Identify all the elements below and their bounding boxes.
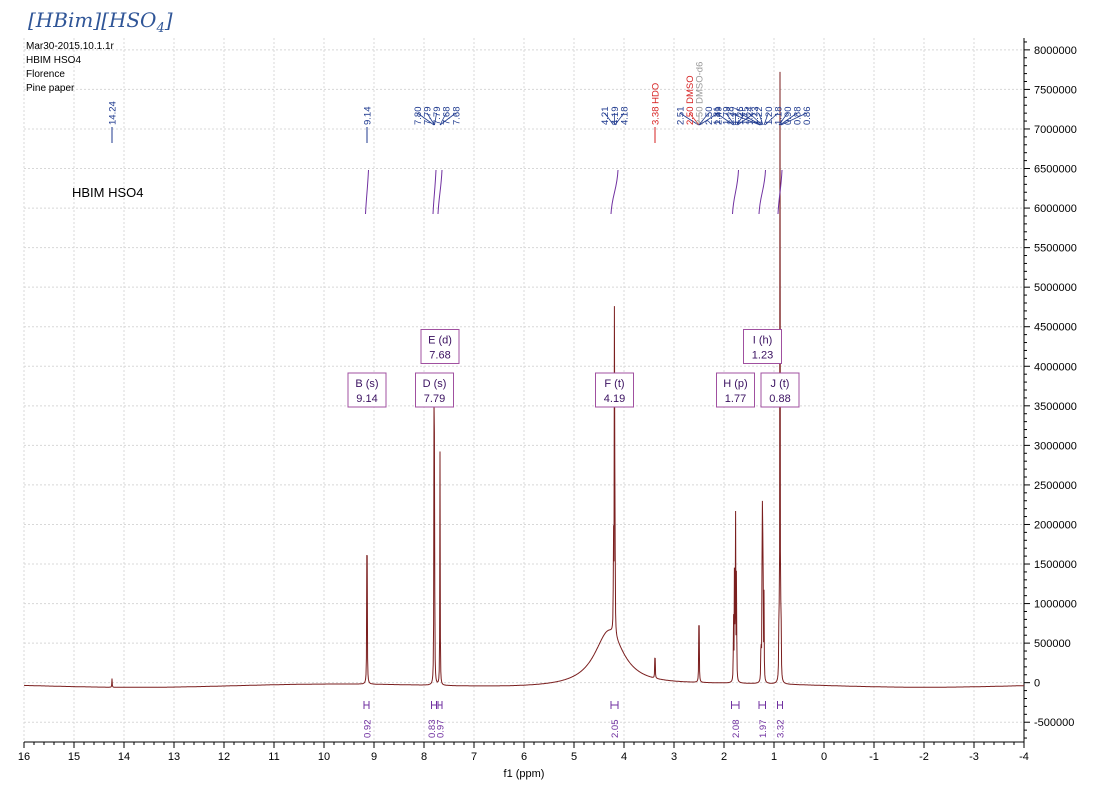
multiplet-label: D (s) [423,378,447,390]
multiplet-value: 9.14 [356,393,377,405]
nmr-spectrum-chart: 16 15 14 13 12 11 10 9 8 7 6 5 4 3 2 1 0 -1 -2 -3 -4f1 (ppm)… [18,38,1077,780]
multiplet-value: 0.88 [769,393,790,405]
x-tick-label: 14 [118,751,130,763]
y-tick-label: 500000 [1034,638,1071,650]
header-line-solvent: Pine paper [26,83,75,94]
inset-label: HBIM HSO4 [72,185,144,200]
y-tick-label: 6000000 [1034,203,1077,215]
multiplet-value: 4.19 [604,393,625,405]
multiplet-label: I (h) [753,334,773,346]
multiplet-label: J (t) [771,378,790,390]
x-tick-label: 5 [571,751,577,763]
x-tick-label: -4 [1019,751,1029,763]
multiplet-value: 1.77 [725,393,746,405]
x-tick-label: 6 [521,751,527,763]
multiplet-value: 7.79 [424,393,445,405]
multiplet-label: F (t) [604,378,624,390]
header-line-operator: Florence [26,69,65,80]
y-tick-label: -500000 [1034,717,1074,729]
multiplet-label: H (p) [723,378,747,390]
x-tick-label: 2 [721,751,727,763]
integral-curve [732,169,739,215]
x-tick-label: 3 [671,751,677,763]
x-tick-label: 4 [621,751,627,763]
integral-curve [432,169,437,215]
x-tick-label: 10 [318,751,330,763]
peak-label: 9.14 [363,107,374,126]
x-tick-label: -3 [969,751,979,763]
y-tick-label: 2500000 [1034,480,1077,492]
y-tick-label: 4500000 [1034,322,1077,334]
integral-curve [365,169,369,215]
y-tick-label: 5500000 [1034,243,1077,255]
integral-curve [610,169,619,215]
y-tick-label: 6500000 [1034,164,1077,176]
y-tick-label: 3000000 [1034,440,1077,452]
x-tick-label: 1 [771,751,777,763]
integral-curve [758,169,766,215]
peak-label: 7.68 [451,107,462,126]
y-tick-label: 8000000 [1034,45,1077,57]
x-tick-label: 16 [18,751,30,763]
integral-value: 2.05 [610,720,621,739]
multiplet-value: 1.23 [752,349,773,361]
y-tick-label: 5000000 [1034,282,1077,294]
compound-heading: [HBim][HSO4] [28,8,173,36]
y-tick-label: 4000000 [1034,361,1077,373]
y-tick-label: 1500000 [1034,559,1077,571]
heading-tail: ] [164,8,173,32]
x-tick-label: -1 [869,751,879,763]
x-tick-label: 8 [421,751,427,763]
integral-curve [437,169,443,215]
integral-value: 0.97 [436,720,447,739]
x-tick-label: -2 [919,751,929,763]
x-tick-label: 7 [471,751,477,763]
peak-label: 3.38 HDO [651,83,662,125]
y-tick-label: 2000000 [1034,519,1077,531]
peak-label: 0.86 [802,107,813,126]
integral-value: 0.92 [363,720,374,739]
heading-subscript: 4 [156,21,165,36]
y-tick-label: 1000000 [1034,599,1077,611]
x-tick-label: 12 [218,751,230,763]
multiplet-label: B (s) [355,378,378,390]
x-tick-label: 15 [68,751,80,763]
x-tick-label: 13 [168,751,180,763]
x-axis-label: f1 (ppm) [504,768,545,780]
peak-label: 4.18 [619,107,630,126]
y-tick-label: 0 [1034,678,1040,690]
integral-value: 1.97 [758,720,769,739]
integral-value: 2.08 [731,720,742,739]
header-line-date: Mar30-2015.10.1.1r [26,41,114,52]
peak-label: 14.24 [108,101,119,125]
y-tick-label: 7000000 [1034,124,1077,136]
multiplet-label: E (d) [428,334,452,346]
y-tick-label: 3500000 [1034,401,1077,413]
multiplet-value: 7.68 [429,349,450,361]
integral-value: 3.32 [776,720,787,739]
heading-main: [HBim][HSO [28,8,157,32]
x-tick-label: 0 [821,751,827,763]
x-tick-label: 11 [268,751,279,763]
x-tick-label: 9 [371,751,377,763]
header-line-sample: HBIM HSO4 [26,55,82,66]
y-tick-label: 7500000 [1034,84,1077,96]
